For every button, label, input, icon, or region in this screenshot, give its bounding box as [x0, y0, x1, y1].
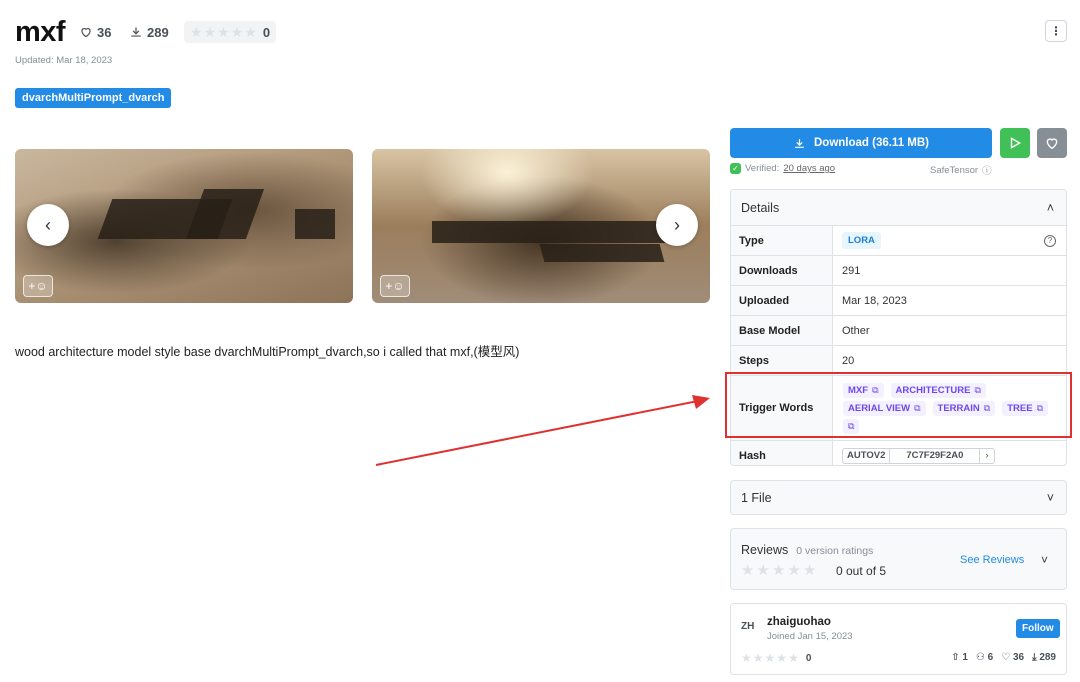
star-icon: ★: [741, 562, 755, 579]
hash-value[interactable]: 7C7F29F2A0: [890, 448, 981, 463]
hash-field[interactable]: AUTOV2 7C7F29F2A0 ›: [842, 447, 995, 464]
upload-icon: ⇧: [951, 652, 960, 663]
reviews-panel[interactable]: Reviews 0 version ratings ★ ★ ★ ★ ★ 0 out of…: [730, 528, 1067, 590]
likes-stat: 36: [74, 21, 116, 43]
download-label: Download (36.11 MB): [813, 137, 930, 149]
users-icon: ⚇: [975, 652, 985, 663]
see-reviews-link[interactable]: See Reviews: [960, 554, 1024, 566]
verified-status: ✓ Verified: 20 days ago: [730, 163, 835, 174]
help-icon[interactable]: ?: [1044, 234, 1056, 247]
carousel-prev-button[interactable]: ‹: [27, 204, 69, 246]
download-icon: [795, 138, 804, 148]
run-button[interactable]: [1000, 128, 1030, 158]
smile-icon: +☺: [28, 279, 48, 293]
verified-date-link[interactable]: 20 days ago: [783, 163, 835, 174]
reviews-title: Reviews: [741, 543, 789, 557]
play-icon: [1010, 137, 1022, 149]
kebab-icon: ⋮: [1050, 24, 1062, 38]
star-icon: ★: [776, 651, 788, 665]
detail-row-downloads: Downloads 291: [731, 256, 1066, 286]
follow-button[interactable]: Follow: [1016, 619, 1060, 638]
creator-name[interactable]: zhaiguohao: [767, 616, 831, 628]
more-menu-button[interactable]: ⋮: [1045, 20, 1067, 42]
creator-joined: Joined Jan 15, 2023: [767, 631, 853, 642]
files-accordion[interactable]: 1 File ˅: [730, 480, 1067, 515]
add-reaction-button[interactable]: +☺: [380, 275, 410, 297]
reviews-stars: ★ ★ ★ ★ ★: [741, 561, 816, 579]
type-badge: LORA: [842, 232, 881, 249]
star-icon: ★: [217, 23, 230, 40]
heart-icon: [1046, 138, 1058, 150]
detail-row-hash: Hash AUTOV2 7C7F29F2A0 ›: [731, 441, 1066, 465]
model-description: wood architecture model style base dvarc…: [15, 345, 520, 359]
creator-stats: ⇧ 1 ⚇ 6 ♡ 36 ⤓ 289: [951, 652, 1056, 663]
creator-card: ZH zhaiguohao Joined Jan 15, 2023 Follow…: [730, 603, 1067, 675]
chevron-left-icon: ‹: [45, 214, 51, 235]
download-button[interactable]: Download (36.11 MB): [730, 128, 992, 158]
uploads-stat: ⇧ 1: [951, 652, 968, 663]
star-icon: ★: [788, 651, 799, 665]
info-icon[interactable]: ⓘ: [982, 163, 992, 177]
favorite-button[interactable]: [1037, 128, 1067, 158]
star-icon: ★: [244, 23, 257, 40]
highlight-box: [725, 372, 1072, 438]
avatar[interactable]: ZH: [741, 621, 754, 632]
downloads-count: 289: [147, 24, 169, 40]
chevron-up-icon: ˄: [1046, 200, 1054, 215]
carousel-next-button[interactable]: ›: [656, 204, 698, 246]
star-icon: ★: [787, 562, 801, 579]
reviews-score: 0 out of 5: [836, 564, 887, 578]
star-icon: ★: [764, 651, 776, 665]
hash-type[interactable]: AUTOV2: [843, 448, 891, 463]
safetensor-label: SafeTensor ⓘ: [930, 163, 992, 178]
heart-icon: ♡: [1001, 652, 1011, 663]
download-icon: [131, 27, 141, 37]
smile-icon: +☺: [385, 279, 405, 293]
reviews-count: 0 version ratings: [796, 545, 874, 557]
chevron-down-icon[interactable]: ˅: [1041, 553, 1048, 567]
download-icon: ⤓: [1032, 652, 1037, 663]
model-title: mxf: [15, 16, 66, 48]
downloads-stat: ⤓ 289: [1032, 652, 1056, 663]
rating-stat: ★ ★ ★ ★ ★ 0: [184, 21, 277, 43]
star-icon: ★: [190, 23, 203, 40]
favorites-stat: ♡ 36: [1001, 652, 1025, 663]
chevron-right-icon[interactable]: ›: [980, 449, 993, 463]
detail-row-base-model: Base Model Other: [731, 316, 1066, 346]
star-icon: ★: [230, 23, 244, 40]
add-reaction-button[interactable]: +☺: [23, 275, 53, 297]
star-icon: ★: [756, 562, 770, 579]
creator-rating: ★ ★ ★ ★ ★ 0: [741, 651, 812, 665]
heart-icon: [81, 28, 91, 38]
star-icon: ★: [741, 651, 752, 665]
annotation-arrow: [375, 395, 710, 466]
rating-count: 0: [262, 24, 271, 40]
star-icon: ★: [771, 562, 786, 579]
chevron-down-icon: ˅: [1046, 490, 1054, 505]
detail-row-type: Type LORA?: [731, 226, 1066, 256]
detail-row-uploaded: Uploaded Mar 18, 2023: [731, 286, 1066, 316]
likes-count: 36: [97, 24, 112, 40]
chevron-right-icon: ›: [674, 214, 680, 235]
downloads-stat: 289: [124, 21, 174, 43]
shield-check-icon: ✓: [730, 163, 741, 174]
star-icon: ★: [752, 651, 764, 665]
updated-date: Updated: Mar 18, 2023: [15, 55, 113, 66]
model-tag[interactable]: dvarchMultiPrompt_dvarch: [15, 88, 172, 108]
star-icon: ★: [203, 23, 217, 40]
followers-stat: ⚇ 6: [975, 652, 994, 663]
star-icon: ★: [802, 562, 817, 579]
details-header[interactable]: Details ˄: [731, 190, 1066, 226]
